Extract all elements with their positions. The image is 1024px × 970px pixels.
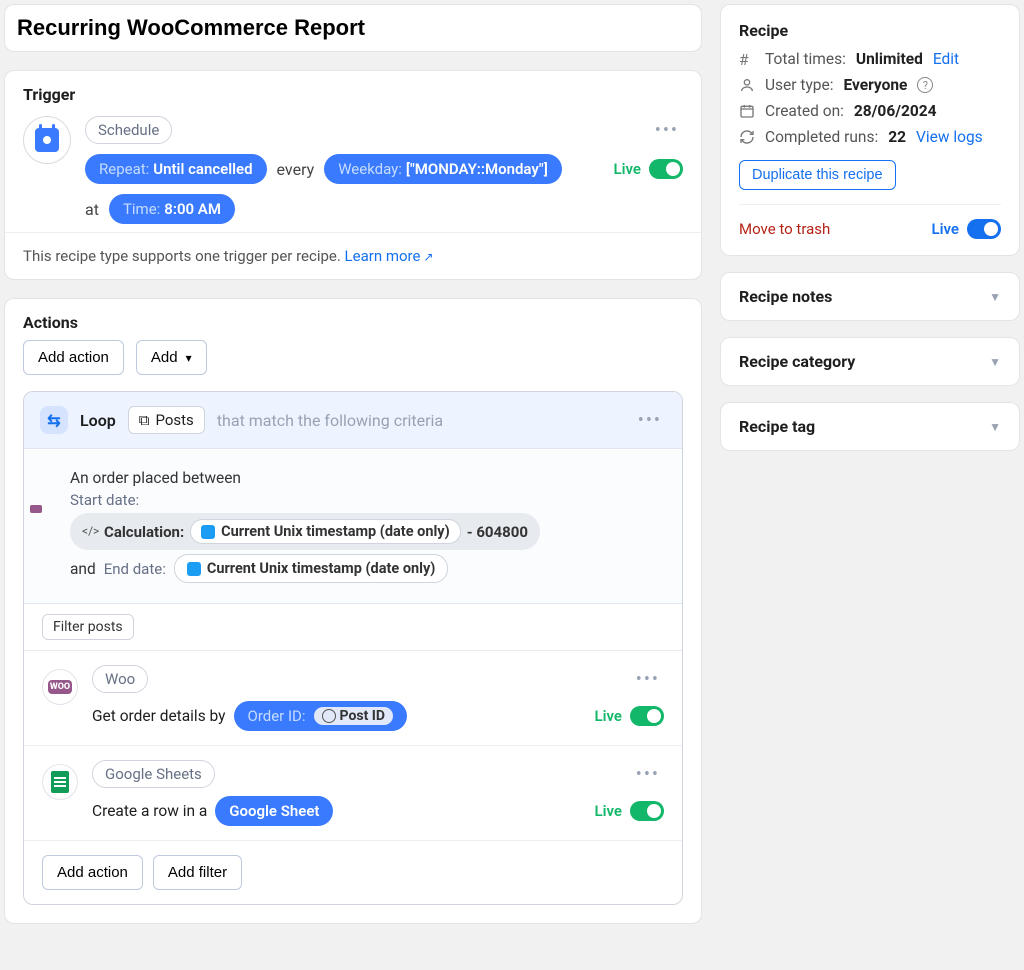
user-type-row: User type: Everyone ? <box>739 76 1001 94</box>
loop-more-icon[interactable]: ••• <box>634 410 666 431</box>
recipe-notes-panel[interactable]: Recipe notes▼ <box>720 272 1020 321</box>
edit-total-link[interactable]: Edit <box>933 50 959 68</box>
trigger-content: Schedule ••• Repeat: Until cancelled eve… <box>85 116 683 224</box>
loop-card: ⇆ Loop ⧉ Posts that match the following … <box>23 391 683 905</box>
schedule-icon-wrap <box>23 116 71 164</box>
post-id-chip: Post ID <box>314 707 393 725</box>
sidebar: Recipe # Total times: Unlimited Edit Use… <box>720 4 1020 942</box>
weekday-pill[interactable]: Weekday: ["MONDAY::Monday"] <box>324 154 562 184</box>
title-card <box>4 4 702 52</box>
loop-header: ⇆ Loop ⧉ Posts that match the following … <box>24 392 682 449</box>
end-timestamp-token[interactable]: Current Unix timestamp (date only) <box>174 554 449 583</box>
chevron-down-icon: ▼ <box>989 290 1001 304</box>
recipe-category-panel[interactable]: Recipe category▼ <box>720 337 1020 386</box>
time-pill[interactable]: Time: 8:00 AM <box>109 194 235 224</box>
woo-icon: WOO <box>42 669 78 705</box>
woo-live-toggle[interactable] <box>630 706 664 726</box>
add-action-button-inner[interactable]: Add action <box>42 855 143 890</box>
code-icon: </> <box>82 524 98 540</box>
trigger-live-wrap: Live <box>614 159 684 179</box>
chevron-down-icon: ▼ <box>989 355 1001 369</box>
at-word: at <box>85 200 99 219</box>
runs-row: Completed runs: 22 View logs <box>739 128 1001 146</box>
every-word: every <box>277 160 315 179</box>
woo-action: WOO Woo ••• Get order details by Order I… <box>24 651 682 746</box>
woo-tag[interactable]: Woo <box>92 665 148 693</box>
trigger-heading: Trigger <box>5 71 701 112</box>
recipe-tag-panel[interactable]: Recipe tag▼ <box>720 402 1020 451</box>
match-criteria-text: that match the following criteria <box>217 411 443 430</box>
actions-heading: Actions <box>5 299 701 340</box>
filter-posts-row: Filter posts <box>24 604 682 651</box>
actions-card: Actions Add action Add ⇆ Loop ⧉ Posts th… <box>4 298 702 924</box>
copy-icon: ⧉ <box>139 411 150 429</box>
sheets-icon <box>42 764 78 800</box>
sheets-live-toggle[interactable] <box>630 801 664 821</box>
trigger-live-toggle[interactable] <box>649 159 683 179</box>
google-sheet-pill[interactable]: Google Sheet <box>215 796 333 826</box>
main-column: Trigger Schedule ••• Repeat: Until cance… <box>4 4 702 942</box>
add-action-button[interactable]: Add action <box>23 340 124 375</box>
calendar-small-icon <box>739 103 755 119</box>
loop-icon: ⇆ <box>40 406 68 434</box>
sheets-tag[interactable]: Google Sheets <box>92 760 215 788</box>
recipe-meta-card: Recipe # Total times: Unlimited Edit Use… <box>720 4 1020 256</box>
trigger-card: Trigger Schedule ••• Repeat: Until cance… <box>4 70 702 280</box>
recipe-title-input[interactable] <box>17 15 689 41</box>
recipe-live-toggle[interactable] <box>967 219 1001 239</box>
layout: Trigger Schedule ••• Repeat: Until cance… <box>0 0 1024 942</box>
loop-footer: Add action Add filter <box>24 841 682 904</box>
move-to-trash-link[interactable]: Move to trash <box>739 220 830 238</box>
created-row: Created on: 28/06/2024 <box>739 102 1001 120</box>
token-icon <box>201 525 215 539</box>
posts-tag[interactable]: ⧉ Posts <box>128 406 205 434</box>
start-date-label: Start date: <box>70 491 139 509</box>
woo-more-icon[interactable]: ••• <box>632 669 664 690</box>
view-logs-link[interactable]: View logs <box>916 128 983 146</box>
loop-label: Loop <box>80 411 116 430</box>
sheets-more-icon[interactable]: ••• <box>632 764 664 785</box>
sheets-action: Google Sheets ••• Create a row in a Goog… <box>24 746 682 841</box>
total-times-row: # Total times: Unlimited Edit <box>739 50 1001 68</box>
repeat-pill[interactable]: Repeat: Until cancelled <box>85 154 267 184</box>
user-icon <box>739 77 755 93</box>
add-filter-button[interactable]: Add filter <box>153 855 242 890</box>
learn-more-link[interactable]: Learn more <box>345 247 434 265</box>
recipe-sidebar-heading: Recipe <box>739 21 1001 40</box>
chevron-down-icon: ▼ <box>989 420 1001 434</box>
hash-icon: # <box>739 51 755 67</box>
filter-posts-button[interactable]: Filter posts <box>42 614 134 640</box>
link-icon <box>322 709 336 723</box>
trigger-body: Schedule ••• Repeat: Until cancelled eve… <box>5 112 701 232</box>
end-date-label: End date: <box>104 560 166 578</box>
actions-body: Add action Add ⇆ Loop ⧉ Posts that match… <box>5 340 701 923</box>
calculation-chip[interactable]: </> Calculation: Current Unix timestamp … <box>70 513 540 550</box>
token-icon <box>187 562 201 576</box>
woo-badge-icon <box>30 505 42 513</box>
trigger-footer: This recipe type supports one trigger pe… <box>5 232 701 279</box>
recipe-meta-footer: Move to trash Live <box>739 204 1001 239</box>
schedule-tag[interactable]: Schedule <box>85 116 172 144</box>
order-id-pill[interactable]: Order ID: Post ID <box>234 701 408 731</box>
trigger-more-icon[interactable]: ••• <box>651 120 683 141</box>
duplicate-button[interactable]: Duplicate this recipe <box>739 160 896 190</box>
help-icon[interactable]: ? <box>917 77 933 93</box>
timestamp-token[interactable]: Current Unix timestamp (date only) <box>190 519 461 544</box>
refresh-icon <box>739 129 755 145</box>
add-button[interactable]: Add <box>136 340 207 375</box>
calendar-icon <box>35 128 59 152</box>
loop-criteria: An order placed between Start date: </> … <box>24 449 682 604</box>
